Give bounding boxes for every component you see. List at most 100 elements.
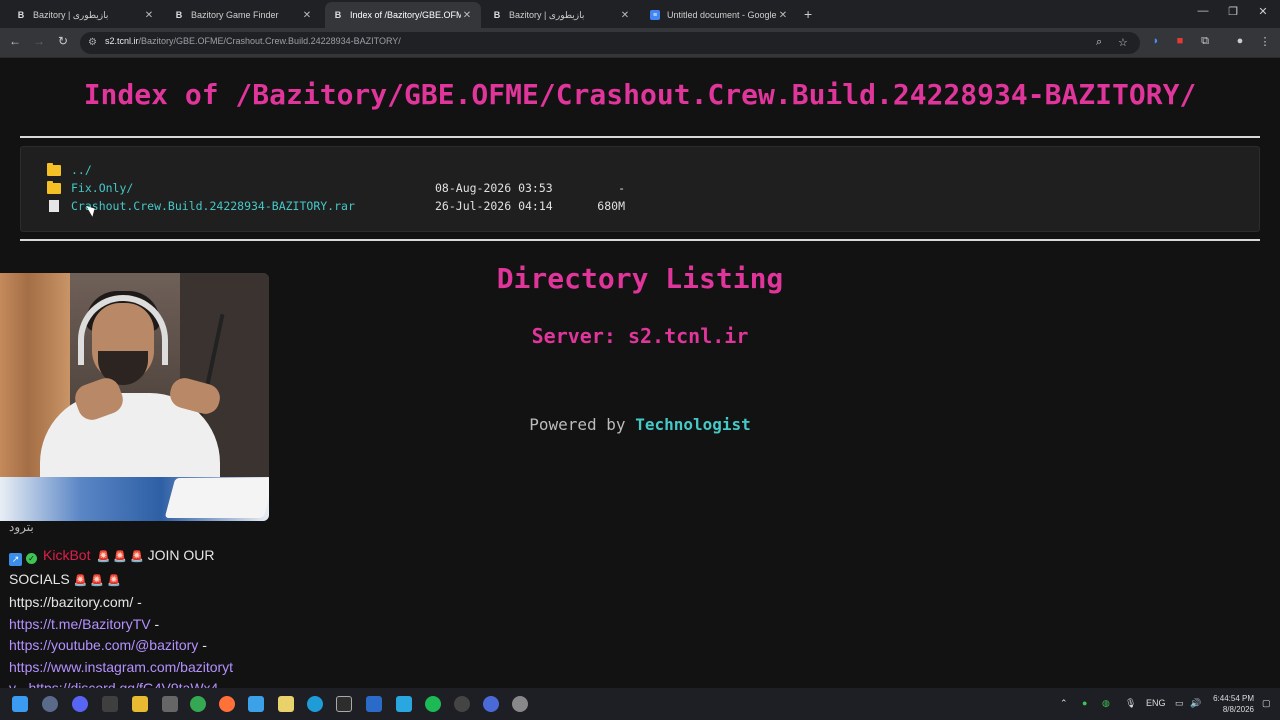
file-icon — [49, 200, 59, 212]
tab-title: Bazitory | بازیطوری — [33, 9, 109, 20]
webcam-overlay — [0, 273, 269, 521]
close-tab-icon[interactable]: ✕ — [143, 10, 155, 21]
tab-strip: B Bazitory | بازیطوری ✕ B Bazitory Game … — [0, 0, 1280, 28]
back-icon[interactable]: ← — [7, 34, 23, 48]
chat-link[interactable]: https://bazitory.com/ — [9, 594, 133, 610]
bookmark-star-icon[interactable]: ☆ — [1118, 36, 1128, 49]
entry-date: 26-Jul-2026 04:14 — [435, 199, 553, 213]
tab-title: Bazitory | بازیطوری — [509, 9, 585, 20]
new-tab-icon[interactable]: + — [804, 6, 812, 22]
divider-top — [20, 136, 1260, 138]
verified-check-icon: ✓ — [26, 553, 37, 564]
spotify-icon[interactable] — [425, 696, 441, 712]
close-tab-icon[interactable]: ✕ — [301, 10, 313, 21]
clock-date: 8/8/2026 — [1222, 705, 1254, 714]
volume-icon[interactable]: 🔊 — [1190, 698, 1201, 709]
edge-icon[interactable] — [307, 696, 323, 712]
microphone-icon[interactable]: 🎙 — [1125, 698, 1136, 709]
steam-icon[interactable] — [366, 696, 382, 712]
bazitory-favicon-icon: B — [493, 10, 501, 20]
site-info-icon[interactable]: ⚙ — [88, 37, 97, 48]
chat-cut-text: بترود — [9, 520, 34, 534]
chrome-icon[interactable] — [190, 696, 206, 712]
tab-2[interactable]: B Bazitory Game Finder ✕ — [166, 2, 321, 28]
list-item-file[interactable]: Crashout.Crew.Build.24228934-BAZITORY.ra… — [47, 199, 637, 215]
chat-text: JOIN OUR — [147, 547, 215, 563]
system-clock[interactable]: 6:44:54 PM 8/8/2026 — [1206, 693, 1254, 715]
app-icon[interactable] — [278, 696, 294, 712]
siren-icon: 🚨 🚨 🚨 — [96, 551, 144, 563]
tab-1[interactable]: B Bazitory | بازیطوری ✕ — [8, 2, 163, 28]
entry-name[interactable]: ../ — [71, 163, 92, 177]
app-icon[interactable] — [483, 696, 499, 712]
tab-title: Untitled document - Google Do — [667, 10, 777, 20]
tab-title: Index of /Bazitory/GBE.OFME/C — [350, 10, 461, 20]
menu-kebab-icon[interactable]: ⋮ — [1258, 35, 1272, 48]
google-docs-icon: ≡ — [650, 10, 660, 20]
list-item-folder[interactable]: Fix.Only/ 08-Aug-2026 03:53 - — [47, 181, 637, 197]
folder-icon — [47, 181, 61, 194]
chat-app-icon[interactable] — [396, 696, 412, 712]
windows-start-icon[interactable] — [12, 696, 28, 712]
divider-bottom — [20, 239, 1260, 241]
tab-3-active[interactable]: B Index of /Bazitory/GBE.OFME/C ✕ — [325, 2, 481, 28]
app-icon[interactable] — [102, 696, 118, 712]
settings-icon[interactable] — [512, 696, 528, 712]
reload-icon[interactable]: ↻ — [55, 34, 71, 48]
firefox-icon[interactable] — [219, 696, 235, 712]
url-text[interactable]: s2.tcnl.ir/Bazitory/GBE.OFME/Crashout.Cr… — [105, 36, 401, 46]
close-window-icon[interactable]: ✕ — [1255, 5, 1271, 18]
app-icon[interactable] — [162, 696, 178, 712]
browser-toolbar: ← → ↻ ⚙ s2.tcnl.ir/Bazitory/GBE.OFME/Cra… — [0, 28, 1280, 58]
minimize-icon[interactable]: — — [1195, 5, 1211, 17]
app-icon[interactable] — [336, 696, 352, 712]
address-bar[interactable]: ⚙ s2.tcnl.ir/Bazitory/GBE.OFME/Crashout.… — [80, 32, 1140, 54]
keyboard — [164, 478, 269, 518]
vscode-icon[interactable] — [248, 696, 264, 712]
siren-icon: 🚨 🚨 🚨 — [73, 574, 121, 587]
extension-red-icon[interactable]: ■ — [1173, 35, 1187, 47]
chat-sep: - — [198, 637, 207, 653]
restore-icon[interactable]: ❐ — [1225, 5, 1241, 18]
entry-size: - — [618, 181, 625, 195]
tray-app-icon[interactable]: ● — [1082, 698, 1087, 708]
profile-avatar-icon[interactable]: ● — [1233, 35, 1247, 47]
extension-icon[interactable]: ◗ — [1149, 35, 1163, 47]
windows-taskbar: ⌃ ● ◍ 🎙 ENG ▭ 🔊 6:44:54 PM 8/8/2026 ▢ — [0, 688, 1280, 720]
powered-brand: Technologist — [635, 415, 751, 434]
forward-icon[interactable]: → — [31, 34, 47, 48]
bazitory-favicon-icon: B — [17, 10, 25, 20]
discord-icon[interactable] — [72, 696, 88, 712]
chat-sep: - — [133, 594, 142, 610]
folder-icon — [47, 163, 61, 176]
search-icon[interactable] — [42, 696, 58, 712]
list-item-parent[interactable]: ../ — [47, 163, 92, 179]
zoom-icon[interactable]: ⌕ — [1096, 36, 1102, 49]
file-explorer-icon[interactable] — [132, 696, 148, 712]
notifications-icon[interactable]: ▢ — [1262, 698, 1271, 709]
tab-title: Bazitory Game Finder — [191, 10, 279, 20]
tray-chevron-icon[interactable]: ⌃ — [1060, 698, 1068, 709]
network-icon[interactable]: ▭ — [1175, 698, 1184, 709]
close-tab-icon[interactable]: ✕ — [619, 10, 631, 21]
chat-message: ↗ ✓ KickBot 🚨 🚨 🚨 JOIN OUR SOCIALS 🚨 🚨 🚨 ht… — [9, 545, 269, 700]
entry-name[interactable]: Crashout.Crew.Build.24228934-BAZITORY.ra… — [71, 199, 355, 213]
tab-4[interactable]: B Bazitory | بازیطوری ✕ — [484, 2, 639, 28]
chat-link[interactable]: https://t.me/BazitoryTV — [9, 616, 151, 632]
entry-size: 680M — [597, 199, 625, 213]
tray-app-icon[interactable]: ◍ — [1102, 698, 1110, 709]
close-tab-icon[interactable]: ✕ — [777, 10, 789, 21]
powered-prefix: Powered by — [529, 415, 626, 434]
obs-icon[interactable] — [454, 696, 470, 712]
bazitory-favicon-icon: B — [175, 10, 183, 20]
language-indicator[interactable]: ENG — [1146, 698, 1166, 708]
extensions-puzzle-icon[interactable]: ⧉ — [1198, 35, 1212, 48]
entry-name[interactable]: Fix.Only/ — [71, 181, 133, 195]
bot-badge-icon: ↗ — [9, 553, 22, 566]
tab-5[interactable]: ≡ Untitled document - Google Do ✕ — [642, 2, 797, 28]
close-tab-icon[interactable]: ✕ — [461, 10, 473, 21]
bazitory-favicon-icon: B — [334, 10, 342, 20]
chat-sep: - — [150, 615, 160, 632]
chat-link[interactable]: https://www.instagram.com/bazitoryt — [9, 659, 233, 675]
chat-link[interactable]: https://youtube.com/@bazitory — [9, 637, 198, 653]
